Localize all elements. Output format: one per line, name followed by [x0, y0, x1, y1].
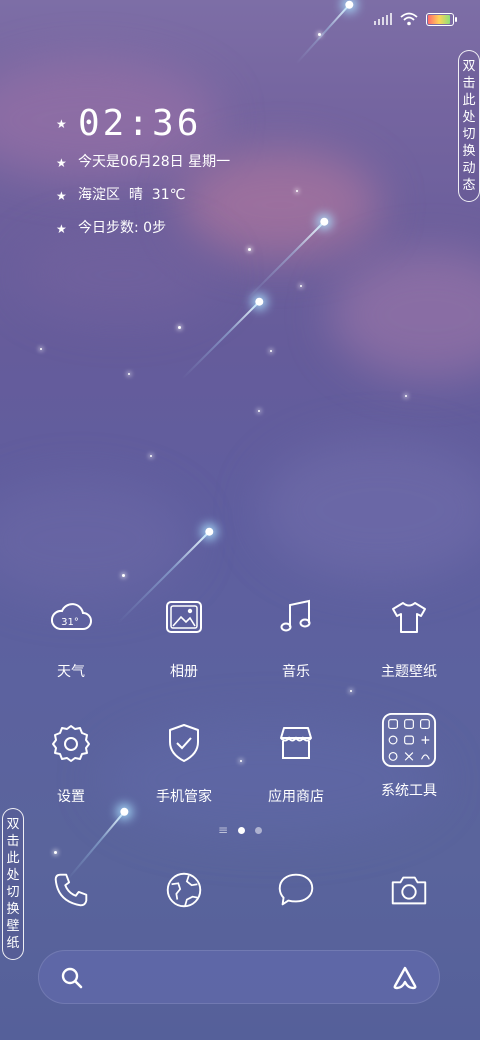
settings-gear-icon [52, 725, 90, 762]
theme-shirt-icon [392, 602, 426, 633]
assistant-icon[interactable] [391, 965, 419, 991]
side-tab-char: 双 [462, 59, 476, 74]
app-label: 主题壁纸 [381, 664, 437, 680]
side-tab-char: 此 [462, 93, 476, 108]
weather-cloud-icon: 31° [51, 603, 92, 630]
app-store[interactable]: 应用商店 [240, 720, 352, 806]
app-weather[interactable]: 31° 天气 [15, 595, 127, 681]
side-tab-char: 壁 [6, 919, 20, 934]
app-label: 手机管家 [156, 789, 212, 805]
phone-icon [54, 873, 88, 907]
clock-widget[interactable]: ★ 02:36 ★ 今天是06月28日 星期一 ★ 海淀区 晴 31℃ ★ 今日… [56, 104, 230, 245]
status-bar [374, 12, 457, 26]
dock-browser[interactable] [128, 868, 240, 916]
app-store-icon [280, 727, 312, 759]
app-phone-manager[interactable]: 手机管家 [128, 720, 240, 806]
app-music[interactable]: 音乐 [240, 595, 352, 681]
clock-time: 02:36 [78, 103, 202, 144]
side-tab-char: 击 [462, 76, 476, 91]
steps-text: 今日步数: 0步 [78, 220, 167, 236]
page-list-icon[interactable]: ≡ [218, 824, 228, 836]
side-tab-char: 纸 [6, 936, 20, 951]
page-indicator: ≡ [218, 824, 263, 836]
app-label: 天气 [57, 664, 85, 680]
date-text: 今天是06月28日 星期一 [78, 154, 231, 170]
bullet-star-icon: ★ [56, 117, 67, 131]
bullet-star-icon: ★ [56, 188, 67, 203]
side-tab-char: 双 [6, 817, 20, 832]
battery-icon [426, 12, 457, 26]
app-settings[interactable]: 设置 [15, 720, 127, 806]
app-label: 设置 [57, 789, 85, 805]
security-shield-icon [169, 724, 199, 762]
gallery-icon [166, 601, 202, 633]
page-dot[interactable] [255, 826, 263, 834]
app-gallery[interactable]: 相册 [128, 595, 240, 681]
messages-bubble-icon [278, 873, 314, 906]
side-tab-char: 换 [462, 144, 476, 159]
switch-live-wallpaper-tab[interactable]: 双击此处切换动态 [458, 50, 480, 202]
app-label: 音乐 [282, 664, 310, 680]
dock-phone[interactable] [15, 868, 127, 916]
page-dot-active[interactable] [238, 826, 246, 834]
side-tab-char: 处 [462, 110, 476, 125]
side-tab-char: 此 [6, 851, 20, 866]
dock-messages[interactable] [240, 868, 352, 916]
side-tab-char: 击 [6, 834, 20, 849]
bullet-star-icon: ★ [56, 221, 67, 236]
app-label: 相册 [170, 664, 198, 680]
bullet-star-icon: ★ [56, 155, 67, 170]
camera-icon [391, 876, 427, 905]
app-label: 系统工具 [381, 783, 437, 799]
weather-temp: 31° [61, 617, 79, 628]
dock-camera[interactable] [353, 868, 465, 916]
app-system-tools[interactable]: 系统工具 [353, 712, 465, 800]
search-bar[interactable] [38, 950, 440, 1004]
music-icon [280, 599, 311, 632]
weather-text: 海淀区 晴 31℃ [78, 187, 186, 203]
side-tab-char: 态 [462, 178, 476, 193]
system-tools-folder-icon [381, 712, 437, 768]
browser-globe-icon [166, 872, 202, 908]
wifi-icon [400, 12, 418, 26]
app-label: 应用商店 [268, 789, 324, 805]
search-icon[interactable] [60, 966, 84, 990]
app-themes[interactable]: 主题壁纸 [353, 595, 465, 681]
side-tab-char: 动 [462, 161, 476, 176]
side-tab-char: 切 [462, 127, 476, 142]
signal-icon [374, 13, 392, 25]
